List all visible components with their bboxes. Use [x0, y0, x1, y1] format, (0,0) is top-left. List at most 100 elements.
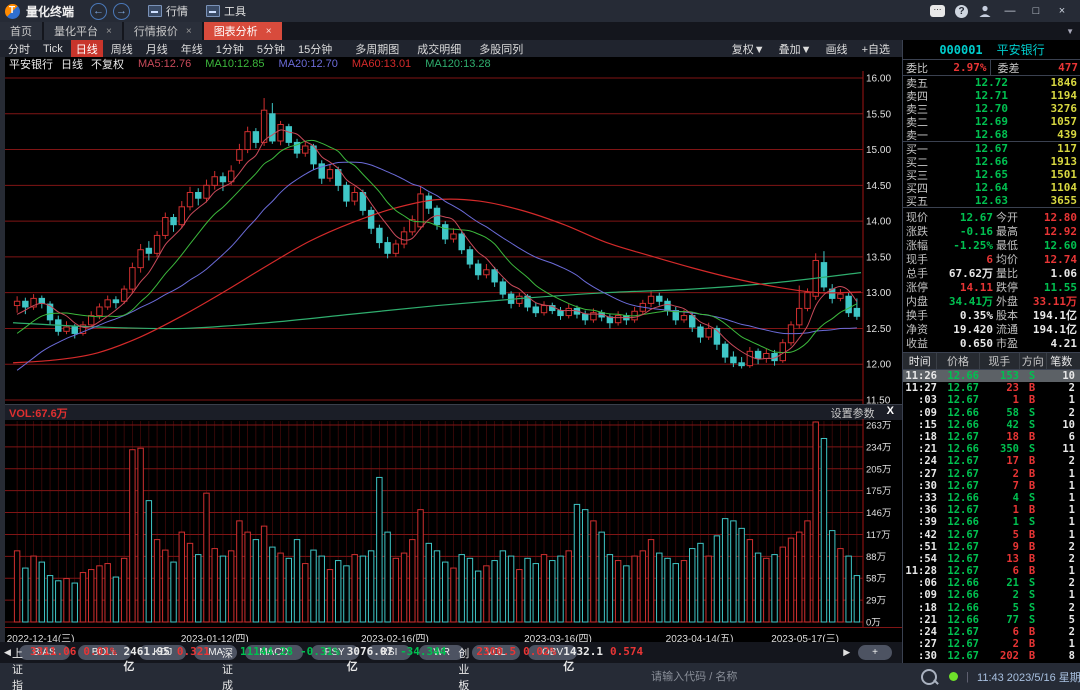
tab-图表分析[interactable]: 图表分析× — [204, 22, 282, 40]
index-amount: 2461.95亿 — [123, 645, 169, 690]
book-price: 12.72 — [936, 76, 1008, 89]
tick-row[interactable]: :2112.6677S5 — [903, 614, 1080, 626]
search-icon[interactable] — [921, 669, 937, 685]
tick-row[interactable]: :5412.6713B2 — [903, 553, 1080, 565]
svg-text:263万: 263万 — [866, 421, 891, 432]
book-price: 12.69 — [936, 115, 1008, 128]
back-icon[interactable]: ← — [90, 3, 107, 20]
tick-row[interactable]: :0612.6621S2 — [903, 577, 1080, 589]
tick-row[interactable]: :0912.662S1 — [903, 589, 1080, 601]
tick-time: 11:27 — [903, 382, 937, 394]
tick-row[interactable]: 11:2712.6723B2 — [903, 382, 1080, 394]
tick-row[interactable]: :3012.677B1 — [903, 480, 1080, 492]
stats-grid: 现价12.67今开12.80涨跌-0.16最高12.92涨幅-1.25%最低12… — [903, 208, 1080, 353]
tick-row[interactable]: 11:2612.66153S10 — [903, 370, 1080, 382]
svg-text:205万: 205万 — [866, 464, 891, 475]
help-icon[interactable]: ? — [955, 5, 968, 18]
tick-volume: 4 — [979, 492, 1019, 504]
tick-price: 12.67 — [937, 431, 979, 443]
tick-row[interactable]: :2412.6717B2 — [903, 455, 1080, 467]
tick-volume: 1 — [979, 504, 1019, 516]
tab-量化平台[interactable]: 量化平台× — [44, 22, 122, 40]
toolbar-画线[interactable]: 画线 — [826, 41, 848, 57]
period-15分钟[interactable]: 15分钟 — [293, 40, 337, 58]
candlestick-chart[interactable]: 16.0015.5015.0014.5014.0013.5013.0012.50… — [5, 71, 902, 404]
menu-tools[interactable]: 工具 — [206, 3, 246, 19]
period-分时[interactable]: 分时 — [3, 40, 35, 58]
tab-close-icon[interactable]: × — [266, 26, 272, 37]
stat-row: 收益0.650市盈4.21 — [903, 336, 1080, 350]
toolbar-叠加[interactable]: 叠加▼ — [779, 41, 812, 57]
toolbar-成交明细[interactable]: 成交明细 — [417, 41, 461, 57]
tick-row[interactable]: :1812.665S2 — [903, 602, 1080, 614]
minimize-button[interactable]: — — [1002, 5, 1018, 17]
weibi-label: 委比 — [903, 60, 928, 76]
stat-value: -0.16 — [933, 225, 993, 238]
toolbar-多股同列[interactable]: 多股同列 — [479, 41, 523, 57]
message-icon[interactable]: ⋯ — [930, 5, 945, 17]
svg-text:29万: 29万 — [866, 596, 886, 607]
tick-time: 11:26 — [903, 370, 937, 382]
search-input[interactable] — [649, 670, 913, 684]
user-icon[interactable] — [978, 4, 992, 18]
toolbar-+自选[interactable]: +自选 — [862, 41, 890, 57]
tab-首页[interactable]: 首页 — [0, 22, 42, 40]
divider: | — [966, 671, 969, 683]
index-name: 上证指数 — [12, 645, 23, 690]
tab-close-icon[interactable]: × — [186, 26, 192, 37]
period-年线[interactable]: 年线 — [176, 40, 208, 58]
toolbar-复权[interactable]: 复权▼ — [732, 41, 765, 57]
clock: 11:43 2023/5/16 星期二 — [977, 669, 1080, 685]
book-volume: 1501 — [1008, 168, 1080, 181]
tick-row[interactable]: 11:2812.676B1 — [903, 565, 1080, 577]
tick-col-笔数: 笔数 — [1047, 353, 1080, 369]
period-5分钟[interactable]: 5分钟 — [252, 40, 290, 58]
tick-row[interactable]: :2412.676B2 — [903, 626, 1080, 638]
tick-row[interactable]: :3612.671B1 — [903, 504, 1080, 516]
forward-icon[interactable]: → — [113, 3, 130, 20]
tick-col-价格: 价格 — [937, 353, 979, 369]
tab-行情报价[interactable]: 行情报价× — [124, 22, 202, 40]
period-1分钟[interactable]: 1分钟 — [211, 40, 249, 58]
volume-chart[interactable]: 263万234万205万175万146万117万88万58万29万0万 — [5, 419, 902, 627]
period-月线[interactable]: 月线 — [141, 40, 173, 58]
tick-row[interactable]: :3912.661S1 — [903, 516, 1080, 528]
tick-count: 1 — [1045, 516, 1079, 528]
tick-row[interactable]: :0912.6658S2 — [903, 407, 1080, 419]
index-pct: -0.31% — [300, 645, 340, 690]
tick-row[interactable]: :2712.672B1 — [903, 468, 1080, 480]
period-Tick[interactable]: Tick — [38, 42, 68, 56]
tick-price: 12.67 — [937, 455, 979, 467]
book-row-买五[interactable]: 买五12.633655 — [903, 194, 1080, 207]
tick-count: 2 — [1045, 602, 1079, 614]
add-indicator-button[interactable]: + — [858, 645, 892, 660]
tick-row[interactable]: :3312.664S1 — [903, 492, 1080, 504]
tab-overflow-icon[interactable]: ▼ — [1066, 27, 1080, 36]
weicha-label: 委差 — [995, 60, 1020, 76]
menu-market[interactable]: 行情 — [148, 3, 188, 19]
tab-close-icon[interactable]: × — [106, 26, 112, 37]
tick-row[interactable]: :1512.6642S10 — [903, 419, 1080, 431]
tick-row[interactable]: :2112.66350S11 — [903, 443, 1080, 455]
scroll-right-icon[interactable]: ▶ — [843, 647, 850, 658]
tick-row[interactable]: :0312.671B1 — [903, 394, 1080, 406]
tick-direction: B — [1019, 468, 1045, 480]
tick-row[interactable]: :2712.672B1 — [903, 638, 1080, 650]
period-日线[interactable]: 日线 — [71, 40, 103, 58]
book-volume: 117 — [1008, 142, 1080, 155]
toolbar-多周期图[interactable]: 多周期图 — [355, 41, 399, 57]
tick-row[interactable]: :3012.67202B8 — [903, 650, 1080, 662]
book-row-卖一[interactable]: 卖一12.68439 — [903, 128, 1080, 141]
tick-volume: 18 — [979, 431, 1019, 443]
maximize-button[interactable]: □ — [1028, 5, 1044, 17]
ask-levels: 卖五12.721846卖四12.711194卖三12.703276卖二12.69… — [903, 76, 1080, 142]
period-周线[interactable]: 周线 — [106, 40, 138, 58]
tick-count: 2 — [1045, 553, 1079, 565]
tick-row[interactable]: :1812.6718B6 — [903, 431, 1080, 443]
svg-text:0万: 0万 — [866, 618, 881, 628]
tick-row[interactable]: :5112.679B2 — [903, 541, 1080, 553]
tick-time: :24 — [903, 455, 937, 467]
svg-text:15.00: 15.00 — [866, 145, 891, 156]
tick-row[interactable]: :4212.675B1 — [903, 528, 1080, 540]
close-button[interactable]: × — [1054, 5, 1070, 17]
